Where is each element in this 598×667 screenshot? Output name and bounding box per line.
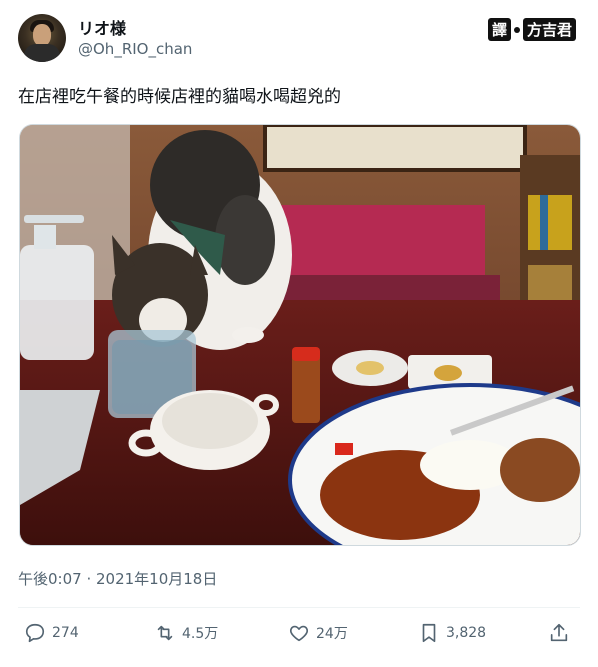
- tweet-photo[interactable]: [19, 124, 581, 546]
- avatar-face: [33, 24, 51, 46]
- bookmark-count: 3,828: [446, 625, 487, 641]
- watermark-translator-name: 方吉君: [522, 18, 576, 41]
- tweet-header: リオ様 @Oh_RIO_chan 譯 方吉君: [18, 14, 580, 64]
- like-count: 24万: [316, 626, 348, 642]
- heart-icon: [290, 625, 308, 642]
- avatar-body: [24, 44, 60, 62]
- display-name[interactable]: リオ様: [78, 15, 126, 39]
- cat-drinking-photo: [20, 125, 580, 545]
- divider-top: [18, 607, 580, 608]
- translator-watermark: 譯 方吉君: [487, 18, 576, 41]
- avatar[interactable]: [18, 14, 66, 62]
- like-button[interactable]: 24万: [288, 622, 348, 644]
- share-button[interactable]: [548, 622, 570, 644]
- reply-button[interactable]: 274: [24, 622, 79, 644]
- watermark-translate-label: 譯: [487, 18, 511, 41]
- share-icon: [550, 623, 568, 642]
- tweet-timestamp[interactable]: 午後0:07 · 2021年10月18日: [18, 568, 217, 589]
- tweet-actions: 274 4.5万 24万 3,828: [18, 622, 580, 654]
- reply-icon: [25, 623, 45, 643]
- watermark-dot: [513, 26, 520, 33]
- retweet-button[interactable]: 4.5万: [154, 622, 218, 644]
- bookmark-button[interactable]: 3,828: [418, 622, 486, 644]
- retweet-icon: [157, 625, 173, 641]
- user-handle[interactable]: @Oh_RIO_chan: [78, 40, 192, 58]
- retweet-count: 4.5万: [182, 626, 219, 642]
- reply-count: 274: [52, 625, 79, 641]
- tweet-text: 在店裡吃午餐的時候店裡的貓喝水喝超兇的: [18, 87, 341, 107]
- bookmark-icon: [422, 623, 436, 643]
